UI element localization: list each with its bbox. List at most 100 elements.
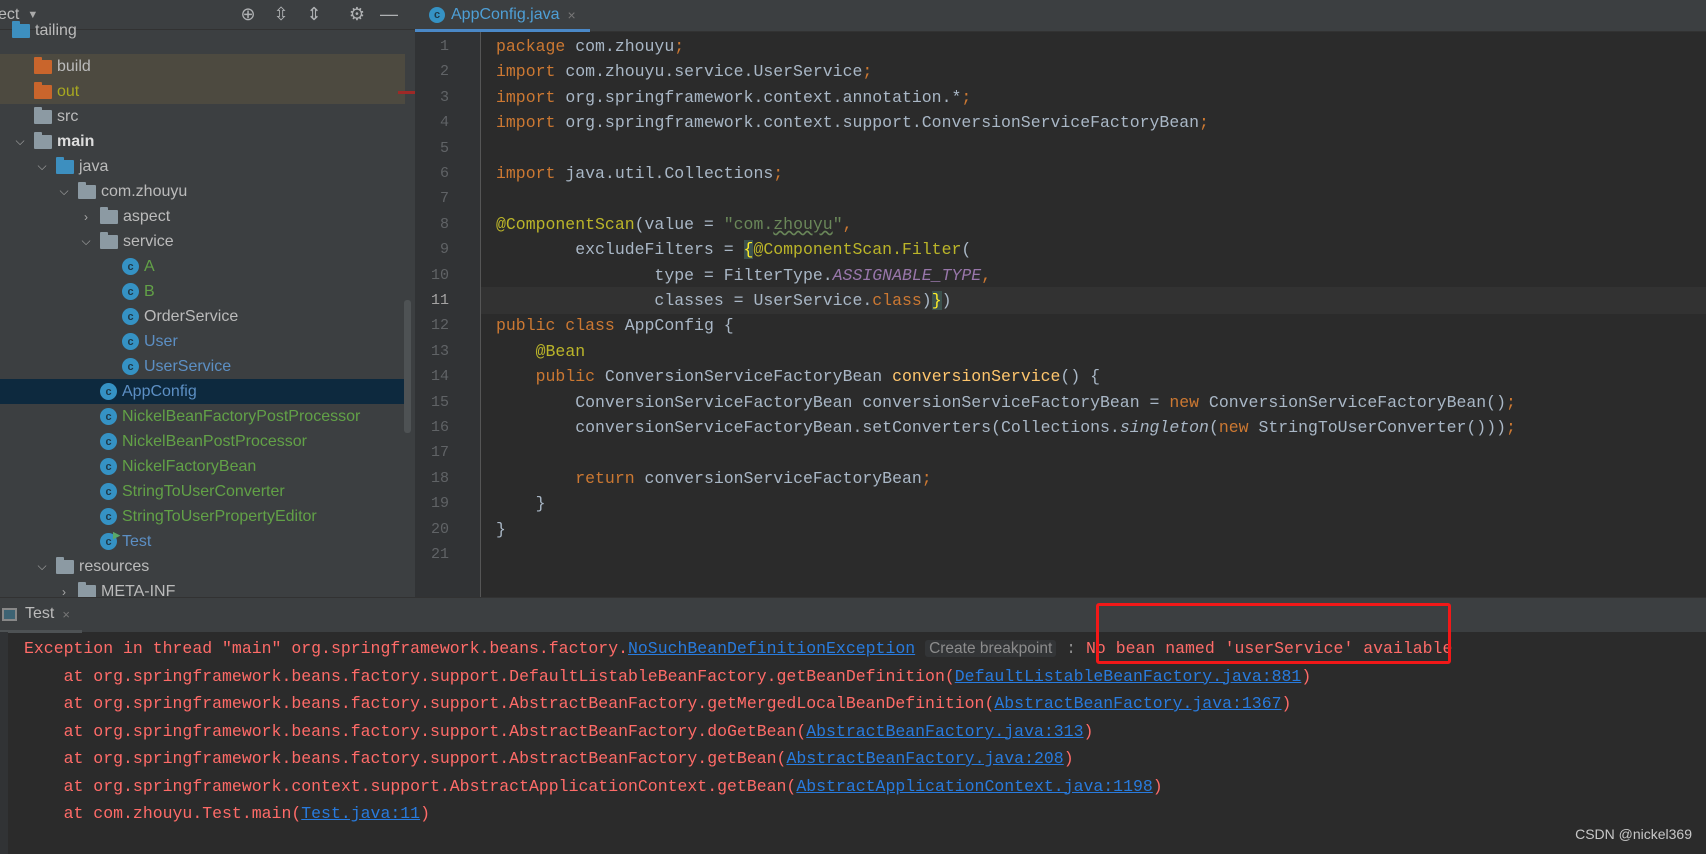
tree-item-meta-inf[interactable]: › META-INF	[0, 579, 405, 597]
module-icon	[12, 20, 30, 38]
tree-item-label: User	[144, 332, 178, 350]
code-line[interactable]: return conversionServiceFactoryBean;	[496, 465, 931, 492]
stack-trace-link[interactable]: AbstractBeanFactory.java:313	[806, 722, 1083, 741]
code-line[interactable]: import com.zhouyu.service.UserService;	[496, 58, 872, 85]
folder-java-icon	[56, 156, 74, 174]
code-token: package	[496, 37, 566, 56]
chevron-down-icon[interactable]: ⌵	[34, 159, 50, 174]
code-line[interactable]: }	[496, 490, 546, 517]
code-token: import	[496, 113, 556, 133]
code-line[interactable]: import java.util.Collections;	[496, 160, 783, 187]
tree-item-src[interactable]: src	[0, 104, 405, 129]
close-icon[interactable]: ×	[568, 7, 576, 23]
stack-trace-link[interactable]: AbstractApplicationContext.java:1198	[796, 777, 1152, 796]
tree-item-stringtouserconverter[interactable]: c StringToUserConverter	[0, 479, 405, 504]
tree-item-main[interactable]: ⌵ main	[0, 129, 405, 154]
code-line[interactable]: @Bean	[496, 338, 586, 365]
code-line[interactable]: import org.springframework.context.suppo…	[496, 109, 1209, 136]
stack-trace-link[interactable]: NoSuchBeanDefinitionException	[628, 639, 915, 658]
console-icon	[2, 607, 17, 621]
tree-item-resources[interactable]: ⌵ resources	[0, 554, 405, 579]
code-token: ,	[842, 214, 853, 234]
console-text: at org.springframework.beans.factory.sup…	[24, 721, 807, 741]
tree-item-java[interactable]: ⌵ java	[0, 154, 405, 179]
code-line[interactable]: excludeFilters = {@ComponentScan.Filter(	[496, 236, 971, 263]
line-number: 18	[430, 469, 449, 487]
line-number: 1	[439, 38, 449, 55]
stack-trace-link[interactable]: AbstractBeanFactory.java:1367	[994, 694, 1281, 713]
tree-item-test[interactable]: c ▶ Test	[0, 529, 405, 554]
class-icon: c	[122, 333, 139, 350]
class-icon: c	[122, 308, 139, 325]
chevron-right-icon[interactable]: ›	[56, 585, 72, 598]
line-number: 13	[430, 342, 449, 360]
console-line: at org.springframework.beans.factory.sup…	[24, 718, 1094, 745]
project-tree-scrollbar[interactable]	[404, 300, 411, 433]
code-token: () {	[1060, 367, 1101, 387]
code-token: classes = UserService.	[496, 291, 873, 310]
chevron-down-icon[interactable]: ⌵	[12, 134, 28, 149]
console-text: )	[1281, 694, 1292, 713]
tree-item-orderservice[interactable]: c OrderService	[0, 304, 405, 329]
tree-item-label: src	[57, 107, 79, 125]
tree-item-stringtouserpropertyeditor[interactable]: c StringToUserPropertyEditor	[0, 504, 405, 529]
tree-item-build[interactable]: build	[0, 54, 405, 79]
stack-trace-link[interactable]: DefaultListableBeanFactory.java:881	[955, 667, 1302, 686]
tab-run-test[interactable]: Test ×	[0, 598, 82, 633]
folder-excluded-icon	[34, 56, 52, 74]
console-line: at org.springframework.beans.factory.sup…	[24, 690, 1292, 717]
line-number: 20	[430, 520, 449, 538]
error-marker	[398, 91, 415, 94]
code-token: conversionService	[892, 367, 1061, 387]
tree-item-nickelbeanpostprocessor[interactable]: c NickelBeanPostProcessor	[0, 429, 405, 454]
tree-item-label: AppConfig	[122, 382, 197, 400]
tree-item-nickelbeanfactorypostprocessor[interactable]: c NickelBeanFactoryPostProcessor	[0, 404, 405, 429]
code-token: StringToUserConverter()))	[1248, 418, 1507, 437]
code-token: import	[496, 164, 556, 183]
chevron-down-icon[interactable]: ⌵	[78, 234, 94, 249]
code-token: new	[1169, 392, 1200, 412]
create-breakpoint-hint[interactable]: Create breakpoint	[925, 640, 1057, 657]
code-line[interactable]: ConversionServiceFactoryBean conversionS…	[496, 389, 1516, 416]
tree-item-label: build	[57, 57, 91, 75]
tree-item-label: main	[57, 132, 95, 150]
tree-item-b[interactable]: cB	[0, 279, 405, 304]
console-text: )	[1152, 776, 1163, 796]
package-icon	[100, 206, 118, 224]
code-line[interactable]: conversionServiceFactoryBean.setConverte…	[496, 414, 1516, 441]
code-line[interactable]: public class AppConfig {	[496, 312, 734, 339]
tree-item-com-zhouyu[interactable]: ⌵ com.zhouyu	[0, 179, 405, 204]
tree-item-nickelfactorybean[interactable]: c NickelFactoryBean	[0, 454, 405, 479]
console-line: at org.springframework.beans.factory.sup…	[24, 663, 1312, 690]
tree-item-a[interactable]: cA	[0, 254, 405, 279]
tree-item-tailing[interactable]: tailing	[0, 18, 405, 43]
console-line: at org.springframework.beans.factory.sup…	[24, 745, 1074, 772]
code-line[interactable]: import org.springframework.context.annot…	[496, 84, 971, 111]
console-text: at org.springframework.beans.factory.sup…	[24, 694, 995, 713]
stack-trace-link[interactable]: Test.java:11	[301, 804, 420, 823]
code-token: )	[921, 291, 932, 310]
code-line[interactable]: public ConversionServiceFactoryBean conv…	[496, 363, 1100, 390]
chevron-down-icon[interactable]: ⌵	[34, 559, 50, 574]
chevron-right-icon[interactable]: ›	[78, 210, 94, 224]
code-line[interactable]: package com.zhouyu;	[496, 33, 684, 60]
stack-trace-link[interactable]: AbstractBeanFactory.java:208	[786, 749, 1063, 768]
tree-item-appconfig[interactable]: c AppConfig	[0, 379, 405, 404]
code-token: "	[832, 214, 843, 234]
code-line[interactable]: @ComponentScan(value = "com.zhouyu",	[496, 211, 853, 238]
line-number: 2	[439, 63, 449, 81]
code-line[interactable]: type = FilterType.ASSIGNABLE_TYPE,	[496, 262, 991, 289]
tree-item-service[interactable]: ⌵ service	[0, 229, 405, 254]
class-icon: c	[100, 383, 117, 400]
close-icon[interactable]: ×	[62, 607, 70, 622]
tab-appconfig-java[interactable]: c AppConfig.java ×	[415, 0, 590, 32]
tree-item-aspect[interactable]: › aspect	[0, 204, 405, 229]
tree-item-out[interactable]: out	[0, 79, 405, 104]
tree-item-userservice[interactable]: c UserService	[0, 354, 405, 379]
tree-item-user[interactable]: c User	[0, 329, 405, 354]
code-token: ;	[961, 87, 972, 107]
code-line[interactable]: }	[496, 516, 506, 543]
code-line[interactable]: classes = UserService.class)})	[496, 287, 952, 314]
chevron-down-icon[interactable]: ⌵	[56, 184, 72, 199]
